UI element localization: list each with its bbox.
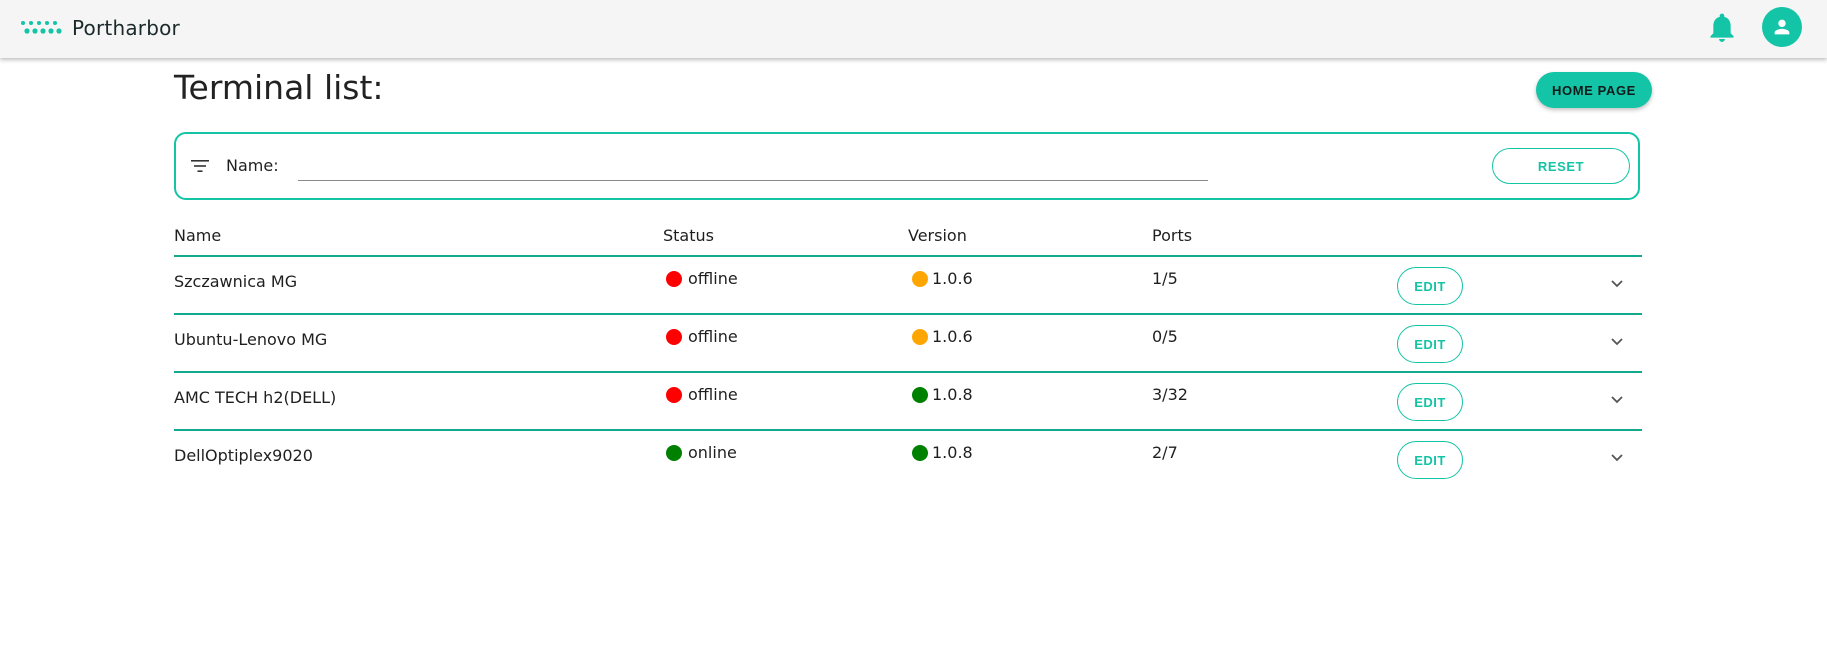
filter-icon [191, 160, 209, 172]
version-text: 1.0.8 [932, 385, 973, 404]
terminal-name: Ubuntu-Lenovo MG [174, 330, 328, 349]
app-logo[interactable]: Portharbor [20, 16, 180, 40]
page-title: Terminal list: [174, 68, 384, 107]
ports-value: 3/32 [1152, 385, 1188, 404]
edit-button[interactable]: EDIT [1397, 383, 1463, 421]
table-row[interactable]: Szczawnica MG offline 1.0.6 1/5 EDIT [174, 257, 1642, 315]
status-text: online [688, 443, 737, 462]
user-icon [1774, 19, 1790, 35]
top-app-bar: Portharbor [0, 0, 1827, 58]
terminal-name: AMC TECH h2(DELL) [174, 388, 337, 407]
version-cell: 1.0.6 [912, 327, 973, 346]
status-cell: offline [666, 385, 738, 404]
version-text: 1.0.8 [932, 443, 973, 462]
edit-button[interactable]: EDIT [1397, 325, 1463, 363]
status-indicator-icon [666, 386, 682, 403]
chevron-down-icon[interactable] [1610, 279, 1624, 289]
chevron-down-icon[interactable] [1610, 453, 1624, 463]
version-text: 1.0.6 [932, 327, 973, 346]
column-header-ports[interactable]: Ports [1152, 226, 1192, 245]
version-cell: 1.0.6 [912, 269, 973, 288]
table-row[interactable]: Ubuntu-Lenovo MG offline 1.0.6 0/5 EDIT [174, 315, 1642, 373]
version-cell: 1.0.8 [912, 385, 973, 404]
terminal-table: Name Status Version Ports Szczawnica MG o… [174, 222, 1642, 487]
status-text: offline [688, 327, 738, 346]
version-indicator-icon [912, 444, 928, 461]
table-row[interactable]: AMC TECH h2(DELL) offline 1.0.8 3/32 EDIT [174, 373, 1642, 431]
version-cell: 1.0.8 [912, 443, 973, 462]
status-text: offline [688, 269, 738, 288]
chevron-down-icon[interactable] [1610, 395, 1624, 405]
column-header-name[interactable]: Name [174, 226, 221, 245]
status-cell: offline [666, 327, 738, 346]
ports-value: 0/5 [1152, 327, 1178, 346]
status-indicator-icon [666, 444, 682, 461]
table-header: Name Status Version Ports [174, 222, 1642, 257]
home-page-button[interactable]: HOME PAGE [1536, 72, 1652, 108]
status-cell: offline [666, 269, 738, 288]
ports-value: 2/7 [1152, 443, 1178, 462]
table-row[interactable]: DellOptiplex9020 online 1.0.8 2/7 EDIT [174, 431, 1642, 487]
status-indicator-icon [666, 328, 682, 345]
name-filter-input[interactable] [298, 148, 1208, 181]
status-cell: online [666, 443, 737, 462]
bell-icon[interactable] [1708, 13, 1736, 43]
version-text: 1.0.6 [932, 269, 973, 288]
chevron-down-icon[interactable] [1610, 337, 1624, 347]
status-indicator-icon [666, 270, 682, 287]
column-header-status[interactable]: Status [663, 226, 714, 245]
account-avatar-button[interactable] [1762, 7, 1802, 47]
terminal-name: Szczawnica MG [174, 272, 298, 291]
dots-logo-icon [21, 21, 62, 34]
table-body: Szczawnica MG offline 1.0.6 1/5 EDIT Ubuntu-L… [174, 257, 1642, 487]
version-indicator-icon [912, 328, 928, 345]
terminal-name: DellOptiplex9020 [174, 446, 313, 465]
reset-button[interactable]: RESET [1492, 148, 1630, 184]
version-indicator-icon [912, 270, 928, 287]
filter-panel: Name: RESET [174, 132, 1640, 200]
status-text: offline [688, 385, 738, 404]
name-filter-label: Name: [226, 156, 279, 175]
edit-button[interactable]: EDIT [1397, 267, 1463, 305]
column-header-version[interactable]: Version [908, 226, 967, 245]
app-name: Portharbor [72, 16, 180, 40]
version-indicator-icon [912, 386, 928, 403]
edit-button[interactable]: EDIT [1397, 441, 1463, 479]
ports-value: 1/5 [1152, 269, 1178, 288]
